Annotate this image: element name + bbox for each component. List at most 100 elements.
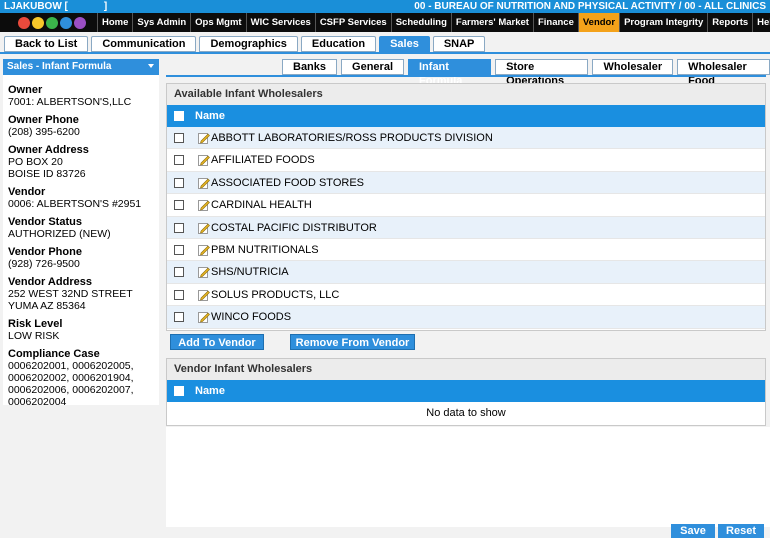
edit-icon[interactable] bbox=[198, 266, 210, 279]
compliance-case-line3: 0006202006, 0006202007, bbox=[8, 384, 134, 396]
vendor-label: Vendor bbox=[8, 186, 46, 198]
vendor-wholesalers-grid: Vendor Infant Wholesalers Name No data t… bbox=[166, 358, 766, 426]
vendor-summary-panel: Sales - Infant Formula Owner 7001: ALBER… bbox=[3, 59, 159, 408]
row-checkbox[interactable] bbox=[174, 133, 184, 143]
subtab-general[interactable]: General bbox=[341, 59, 404, 75]
subtab-infant-formula[interactable]: Infant Formula bbox=[408, 59, 492, 87]
vendor-select-all-checkbox[interactable] bbox=[174, 386, 184, 396]
table-row[interactable]: ABBOTT LABORATORIES/ROSS PRODUCTS DIVISI… bbox=[167, 127, 765, 150]
owner-address-label: Owner Address bbox=[8, 144, 89, 156]
available-grid-header: Name bbox=[167, 105, 765, 127]
menu-item-help[interactable]: Help bbox=[752, 13, 770, 32]
main-menu: Home Sys Admin Ops Mgmt WIC Services CSFP Se… bbox=[97, 13, 770, 32]
edit-icon[interactable] bbox=[198, 289, 210, 301]
app-logo bbox=[10, 13, 94, 32]
available-wholesalers-title: Available Infant Wholesalers bbox=[167, 84, 765, 105]
compliance-case-label: Compliance Case bbox=[8, 348, 100, 360]
available-wholesalers-grid: Available Infant Wholesalers Name ABBOTT… bbox=[166, 83, 766, 331]
menu-item-wic-services[interactable]: WIC Services bbox=[245, 13, 315, 32]
tab-divider bbox=[0, 52, 770, 54]
edit-icon[interactable] bbox=[198, 177, 210, 189]
vendor-value: 0006: ALBERTSON'S #2951 bbox=[8, 198, 142, 210]
menu-item-farmers-market[interactable]: Farmers' Market bbox=[450, 13, 533, 32]
row-checkbox[interactable] bbox=[174, 177, 184, 188]
vendor-phone-value: (928) 726-9500 bbox=[8, 258, 80, 270]
tab-education[interactable]: Education bbox=[300, 36, 377, 52]
edit-icon[interactable] bbox=[198, 132, 210, 144]
reset-button[interactable]: Reset bbox=[718, 524, 764, 538]
organization-label: 00 - BUREAU OF NUTRITION AND PHYSICAL AC… bbox=[414, 1, 766, 12]
edit-icon[interactable] bbox=[198, 244, 210, 256]
vendor-grid-header: Name bbox=[167, 380, 765, 402]
wholesaler-name: SHS/NUTRICIA bbox=[211, 266, 289, 279]
edit-icon[interactable] bbox=[198, 154, 210, 167]
row-checkbox[interactable] bbox=[174, 267, 184, 278]
vendor-status-value: AUTHORIZED (NEW) bbox=[8, 228, 111, 240]
subtab-wholesaler-food[interactable]: Wholesaler Food bbox=[677, 59, 770, 87]
tab-snap[interactable]: SNAP bbox=[432, 36, 486, 52]
edit-icon[interactable] bbox=[198, 199, 210, 212]
vendor-address-line1: 252 WEST 32ND STREET bbox=[8, 288, 133, 300]
section-dropdown[interactable]: Sales - Infant Formula bbox=[3, 59, 159, 75]
table-row[interactable]: CARDINAL HEALTH bbox=[167, 194, 765, 217]
table-row[interactable]: ASSOCIATED FOOD STORES bbox=[167, 171, 765, 195]
menu-item-reports[interactable]: Reports bbox=[707, 13, 752, 32]
owner-address-line1: PO BOX 20 bbox=[8, 156, 63, 168]
row-checkbox[interactable] bbox=[174, 155, 184, 166]
menu-item-sys-admin[interactable]: Sys Admin bbox=[132, 13, 190, 32]
risk-level-value: LOW RISK bbox=[8, 330, 60, 342]
row-checkbox[interactable] bbox=[174, 222, 184, 233]
subtab-wholesaler[interactable]: Wholesaler bbox=[592, 59, 674, 75]
compliance-case-line4: 0006202004 bbox=[8, 396, 67, 408]
sales-subtabs: Banks General Infant Formula Store Operatio… bbox=[282, 59, 770, 87]
vendor-info: Owner 7001: ALBERTSON'S,LLC Owner Phone … bbox=[8, 84, 158, 408]
menu-item-ops-mgmt[interactable]: Ops Mgmt bbox=[190, 13, 245, 32]
edit-icon[interactable] bbox=[198, 222, 210, 234]
wholesaler-name: AFFILIATED FOODS bbox=[211, 154, 315, 167]
menu-item-finance[interactable]: Finance bbox=[532, 13, 578, 32]
menu-item-program-integrity[interactable]: Program Integrity bbox=[619, 13, 707, 32]
wholesaler-name: WINCO FOODS bbox=[211, 311, 292, 324]
add-to-vendor-button[interactable]: Add To Vendor bbox=[170, 334, 264, 350]
subtab-store-operations[interactable]: Store Operations bbox=[495, 59, 589, 87]
save-button[interactable]: Save bbox=[671, 524, 715, 538]
menu-item-csfp-services[interactable]: CSFP Services bbox=[314, 13, 391, 32]
vendor-name-column-header[interactable]: Name bbox=[195, 380, 225, 402]
table-row[interactable]: PBM NUTRITIONALS bbox=[167, 239, 765, 262]
section-dropdown-label: Sales - Infant Formula bbox=[7, 61, 112, 72]
table-row[interactable]: COSTAL PACIFIC DISTRIBUTOR bbox=[167, 216, 765, 239]
empty-grid-message: No data to show bbox=[426, 407, 506, 419]
chevron-down-icon bbox=[148, 64, 154, 68]
content-area bbox=[166, 427, 770, 527]
row-checkbox[interactable] bbox=[174, 244, 184, 255]
table-row[interactable]: AFFILIATED FOODS bbox=[167, 149, 765, 172]
table-row[interactable]: SHS/NUTRICIA bbox=[167, 261, 765, 284]
tab-demographics[interactable]: Demographics bbox=[199, 36, 298, 52]
tab-sales[interactable]: Sales bbox=[379, 36, 430, 52]
menu-item-scheduling[interactable]: Scheduling bbox=[390, 13, 451, 32]
remove-from-vendor-button[interactable]: Remove From Vendor bbox=[290, 334, 415, 350]
wholesaler-name: CARDINAL HEALTH bbox=[211, 199, 312, 212]
vendor-status-label: Vendor Status bbox=[8, 216, 82, 228]
name-column-header[interactable]: Name bbox=[195, 105, 225, 127]
menu-item-home[interactable]: Home bbox=[97, 13, 132, 32]
tab-back-to-list[interactable]: Back to List bbox=[4, 36, 89, 52]
row-checkbox[interactable] bbox=[174, 289, 184, 300]
table-row[interactable]: SOLUS PRODUCTS, LLC bbox=[167, 284, 765, 307]
risk-level-label: Risk Level bbox=[8, 318, 63, 330]
compliance-case-line1: 0006202001, 0006202005, bbox=[8, 360, 134, 372]
menu-item-vendor[interactable]: Vendor bbox=[577, 13, 620, 32]
edit-icon[interactable] bbox=[198, 311, 210, 324]
wholesaler-name: SOLUS PRODUCTS, LLC bbox=[211, 288, 340, 301]
tab-communication[interactable]: Communication bbox=[91, 36, 197, 52]
vendor-address-line2: YUMA AZ 85364 bbox=[8, 300, 86, 312]
row-checkbox[interactable] bbox=[174, 312, 184, 323]
row-checkbox[interactable] bbox=[174, 200, 184, 211]
subtab-banks[interactable]: Banks bbox=[282, 59, 338, 75]
wholesaler-name: ASSOCIATED FOOD STORES bbox=[211, 176, 365, 189]
wholesaler-name: ABBOTT LABORATORIES/ROSS PRODUCTS DIVISI… bbox=[211, 132, 493, 144]
vendor-tabs: Back to List Communication Demographics Edu… bbox=[4, 36, 486, 52]
select-all-checkbox[interactable] bbox=[174, 111, 184, 121]
available-rows: ABBOTT LABORATORIES/ROSS PRODUCTS DIVISI… bbox=[167, 127, 765, 329]
table-row[interactable]: WINCO FOODS bbox=[167, 306, 765, 329]
